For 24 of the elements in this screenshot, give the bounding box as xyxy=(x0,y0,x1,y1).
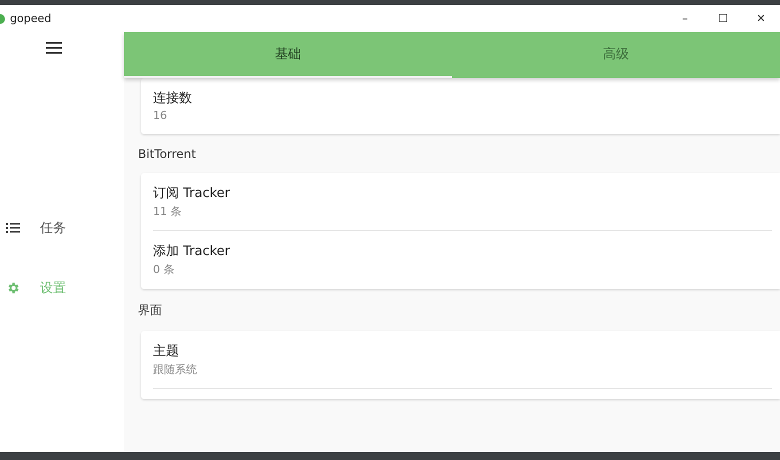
window-control-button[interactable]: – xyxy=(666,5,704,32)
settings-icon xyxy=(6,281,20,295)
settings-item[interactable]: 订阅 Tracker 11 条 xyxy=(153,173,772,231)
item-title: 订阅 Tracker xyxy=(153,185,232,202)
item-value: 11 条 xyxy=(153,204,182,219)
item-title: 添加 Tracker xyxy=(153,243,232,260)
menu-icon xyxy=(46,42,62,54)
item-title: 主题 xyxy=(153,343,180,360)
settings-item[interactable]: 添加 Tracker 0 条 xyxy=(153,231,772,289)
window-control-button[interactable]: ✕ xyxy=(742,5,780,32)
section-header: 界面 xyxy=(138,302,163,319)
window-title: gopeed xyxy=(10,12,52,25)
settings-item[interactable]: 主题 跟随系统 xyxy=(153,331,772,389)
sidebar-item[interactable]: 任务 xyxy=(0,216,66,240)
logo-icon xyxy=(0,14,6,24)
item-value: 16 xyxy=(153,109,168,122)
window-control-button[interactable]: ☐ xyxy=(704,5,742,32)
list-icon xyxy=(6,223,20,233)
item-title: 连接数 xyxy=(153,90,193,107)
section-header: BitTorrent xyxy=(138,146,197,163)
menu-button[interactable] xyxy=(44,40,64,56)
item-value: 0 条 xyxy=(153,262,176,277)
settings-item[interactable]: 连接数 16 xyxy=(153,78,772,134)
item-value: 跟随系统 xyxy=(153,362,198,377)
